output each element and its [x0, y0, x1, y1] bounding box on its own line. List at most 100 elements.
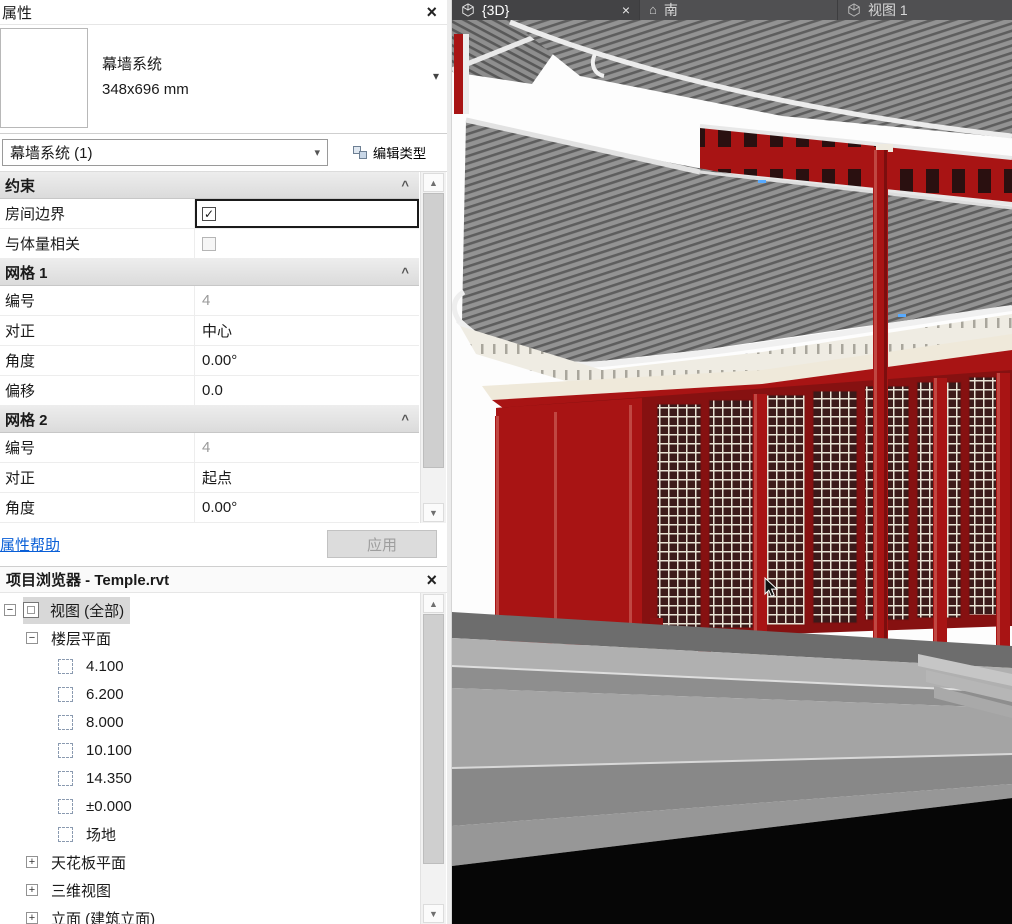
tree-label[interactable]: 场地 [80, 821, 122, 848]
check-icon: ✓ [204, 208, 214, 220]
tree-label[interactable]: 立面 (建筑立面) [45, 905, 161, 924]
tree-label[interactable]: ±0.000 [80, 795, 138, 818]
tree-label[interactable]: 视图 (全部) [44, 597, 130, 624]
cube-icon [847, 3, 861, 17]
tab-label: 南 [664, 0, 678, 20]
element-type-combobox[interactable]: 幕墙系统 (1) ▾ [2, 139, 328, 166]
property-grid: 约束 ^ 房间边界 ✓ 与体量相关 网格 1 ^ 编号 [0, 172, 419, 523]
group-grid2[interactable]: 网格 2 ^ [0, 406, 419, 433]
type-family-name: 幕墙系统 [102, 53, 162, 74]
prop-value[interactable]: 0.00° [195, 493, 419, 522]
expand-plus-icon[interactable]: + [26, 884, 38, 896]
scrollbar-thumb[interactable] [423, 614, 444, 864]
scroll-up-icon[interactable]: ▲ [423, 594, 444, 613]
prop-value[interactable]: 起点 [195, 463, 419, 492]
tree-item-elevations[interactable]: + 立面 (建筑立面) [0, 904, 447, 924]
tree-item-ceiling-plans[interactable]: + 天花板平面 [0, 848, 447, 876]
properties-help-link[interactable]: 属性帮助 [0, 534, 60, 555]
tree-item-level[interactable]: 8.000 [0, 708, 447, 736]
selector-row: 幕墙系统 (1) ▾ 编辑类型 [0, 134, 447, 172]
prop-label: 编号 [0, 433, 195, 462]
prop-row-justify2[interactable]: 对正 起点 [0, 463, 419, 493]
tree-item-views-all[interactable]: − 视图 (全部) [0, 596, 447, 624]
prop-row-room-bounding[interactable]: 房间边界 ✓ [0, 199, 419, 229]
tree-item-level[interactable]: 场地 [0, 820, 447, 848]
floor-plan-icon [58, 771, 73, 786]
tree-label[interactable]: 10.100 [80, 739, 138, 762]
prop-row-mass-related[interactable]: 与体量相关 [0, 229, 419, 259]
browser-scrollbar[interactable]: ▲ ▼ [420, 593, 446, 924]
prop-row-justify1[interactable]: 对正 中心 [0, 316, 419, 346]
left-edge-column [454, 34, 469, 114]
tree-item-level[interactable]: 4.100 [0, 652, 447, 680]
project-browser-title: 项目浏览器 - Temple.rvt [6, 569, 169, 590]
floor-plan-icon [58, 715, 73, 730]
checkbox-unchecked[interactable] [202, 237, 216, 251]
tree-label[interactable]: 14.350 [80, 767, 138, 790]
close-icon[interactable]: × [426, 3, 437, 21]
tree-item-3d-views[interactable]: + 三维视图 [0, 876, 447, 904]
prop-row-offset1[interactable]: 偏移 0.0 [0, 376, 419, 406]
cube-icon [461, 3, 475, 17]
prop-label: 与体量相关 [0, 229, 195, 258]
floor-plan-icon [58, 743, 73, 758]
collapse-minus-icon[interactable]: − [4, 604, 16, 616]
prop-row-angle2[interactable]: 角度 0.00° [0, 493, 419, 523]
tree-label[interactable]: 6.200 [80, 683, 130, 706]
expand-plus-icon[interactable]: + [26, 856, 38, 868]
checkbox-checked[interactable]: ✓ [202, 207, 216, 221]
tree-item-floor-plans[interactable]: − 楼层平面 [0, 624, 447, 652]
tree-item-level[interactable]: 10.100 [0, 736, 447, 764]
tree-label[interactable]: 天花板平面 [45, 849, 132, 876]
tree-item-level[interactable]: ±0.000 [0, 792, 447, 820]
floor-plan-icon [58, 687, 73, 702]
scroll-down-icon[interactable]: ▼ [423, 503, 444, 522]
temple-3d-model [452, 20, 1012, 924]
group-grid1[interactable]: 网格 1 ^ [0, 259, 419, 286]
prop-row-angle1[interactable]: 角度 0.00° [0, 346, 419, 376]
prop-value[interactable]: 中心 [195, 316, 419, 345]
tree-label[interactable]: 8.000 [80, 711, 130, 734]
prop-label: 编号 [0, 286, 195, 315]
lattice-windows [657, 377, 1009, 630]
chevron-down-icon: ▾ [314, 146, 320, 159]
expand-plus-icon[interactable]: + [26, 912, 38, 924]
tree-label[interactable]: 楼层平面 [45, 625, 117, 652]
view-tab-bar: {3D} × ⌂ 南 视图 1 [452, 0, 1012, 20]
prop-label: 偏移 [0, 376, 195, 405]
tree-item-level[interactable]: 14.350 [0, 764, 447, 792]
prop-label: 房间边界 [0, 199, 195, 228]
tab-south-elevation[interactable]: ⌂ 南 [640, 0, 838, 20]
collapse-icon[interactable]: ^ [401, 412, 409, 427]
prop-value-cell[interactable]: ✓ [195, 199, 419, 228]
prop-value-cell[interactable] [195, 229, 419, 258]
viewport-canvas[interactable] [452, 20, 1012, 924]
collapse-minus-icon[interactable]: − [26, 632, 38, 644]
scrollbar-thumb[interactable] [423, 193, 444, 468]
close-icon[interactable]: × [426, 571, 437, 589]
tree-label[interactable]: 三维视图 [45, 877, 117, 904]
prop-label: 对正 [0, 463, 195, 492]
tab-view-1[interactable]: 视图 1 [838, 0, 1012, 20]
collapse-icon[interactable]: ^ [401, 265, 409, 280]
project-browser-tree: − 视图 (全部) − 楼层平面 4.100 6.200 8.000 [0, 593, 447, 924]
edit-type-button[interactable]: 编辑类型 [334, 138, 445, 167]
floor-plan-icon [58, 799, 73, 814]
prop-value[interactable]: 0.00° [195, 346, 419, 375]
apply-button[interactable]: 应用 [327, 530, 437, 558]
tree-item-level[interactable]: 6.200 [0, 680, 447, 708]
house-icon: ⌂ [649, 3, 657, 17]
collapse-icon[interactable]: ^ [401, 178, 409, 193]
prop-row-number2[interactable]: 编号 4 [0, 433, 419, 463]
scroll-down-icon[interactable]: ▼ [423, 904, 444, 923]
chevron-down-icon[interactable]: ▾ [433, 69, 439, 83]
prop-value[interactable]: 0.0 [195, 376, 419, 405]
type-size: 348x696 mm [102, 81, 189, 98]
properties-scrollbar[interactable]: ▲ ▼ [420, 172, 446, 523]
group-constraints[interactable]: 约束 ^ [0, 172, 419, 199]
prop-row-number1[interactable]: 编号 4 [0, 286, 419, 316]
close-icon[interactable]: × [622, 2, 630, 18]
tab-3d-view[interactable]: {3D} × [452, 0, 640, 20]
scroll-up-icon[interactable]: ▲ [423, 173, 444, 192]
tree-label[interactable]: 4.100 [80, 655, 130, 678]
